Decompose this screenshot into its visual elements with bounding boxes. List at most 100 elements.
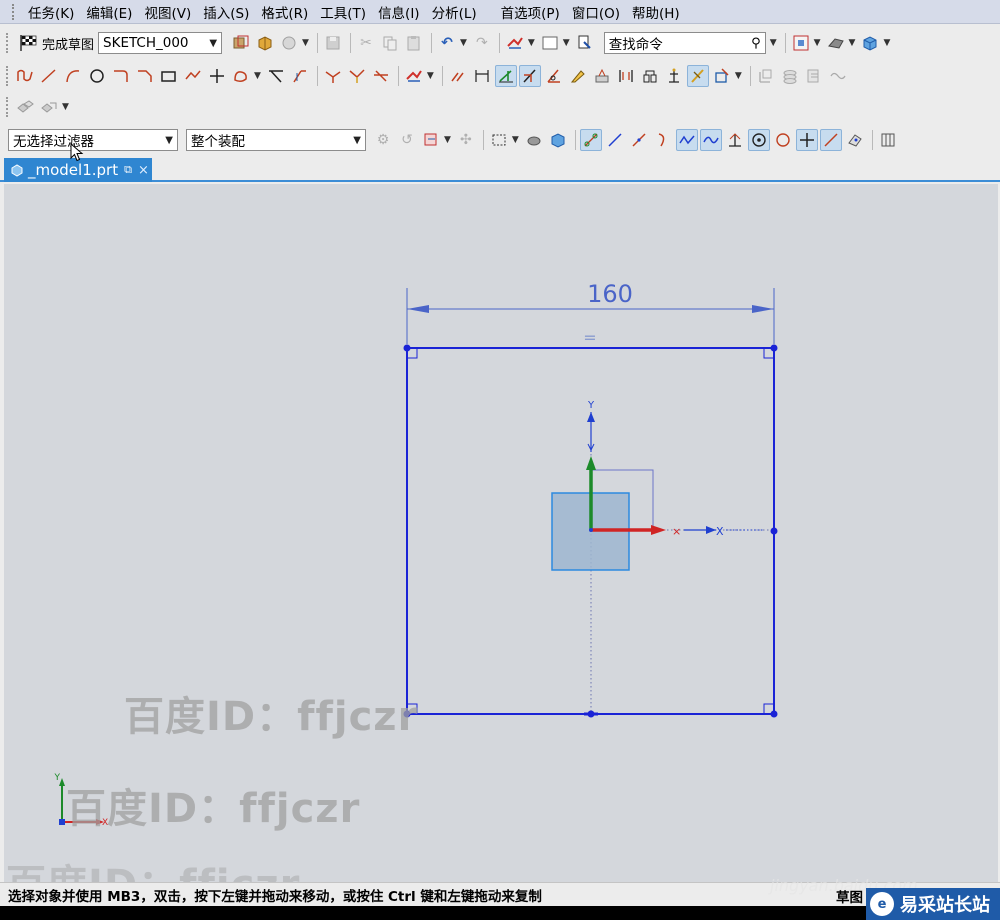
chevron-down-icon[interactable]: ▼ — [735, 71, 742, 81]
chevron-down-icon[interactable]: ▼ — [528, 38, 535, 48]
select-solid-icon[interactable] — [547, 129, 569, 151]
new-component-icon[interactable] — [38, 96, 60, 118]
update-model-icon[interactable] — [278, 32, 300, 54]
menu-help[interactable]: 帮助(H) — [626, 2, 686, 22]
menu-grip[interactable] — [12, 3, 16, 20]
line-icon[interactable] — [38, 65, 60, 87]
sketch-vertex[interactable] — [403, 344, 411, 352]
add-component-icon[interactable] — [14, 96, 36, 118]
studio-spline-icon[interactable] — [230, 65, 252, 87]
snap-point-on-curve-icon[interactable] — [819, 129, 842, 151]
sketch-vertex[interactable] — [770, 710, 778, 718]
fit-view-icon[interactable] — [790, 32, 812, 54]
chevron-down-icon[interactable]: ▼ — [444, 135, 451, 145]
chevron-down-icon[interactable]: ▼ — [814, 38, 821, 48]
snap-intersection-icon[interactable] — [675, 129, 698, 151]
circle-icon[interactable] — [86, 65, 108, 87]
reset-filter-icon[interactable]: ↺ — [396, 129, 418, 151]
rectangle-select-icon[interactable] — [488, 129, 510, 151]
view-orientation-icon[interactable] — [859, 32, 881, 54]
parallel-constraint-icon[interactable] — [447, 65, 469, 87]
chevron-down-icon[interactable]: ▼ — [427, 71, 434, 81]
show-constraints-icon[interactable] — [518, 65, 541, 87]
quick-extend-icon[interactable] — [289, 65, 311, 87]
sketch-name-dropdown[interactable]: SKETCH_000 ▼ — [98, 32, 223, 54]
color-swatch-icon[interactable] — [539, 32, 561, 54]
move-to-layer-icon[interactable] — [803, 65, 825, 87]
chevron-down-icon[interactable]: ▼ — [302, 38, 309, 48]
wave-link-icon[interactable] — [827, 65, 849, 87]
chevron-down-icon[interactable]: ▼ — [460, 38, 467, 48]
offset-curve-icon[interactable] — [346, 65, 368, 87]
cut-icon[interactable]: ✂ — [355, 32, 377, 54]
chevron-down-icon[interactable]: ▼ — [849, 38, 856, 48]
menu-analysis[interactable]: 分析(L) — [426, 2, 483, 22]
layer-settings-icon[interactable] — [779, 65, 801, 87]
repeat-command-icon[interactable] — [504, 32, 526, 54]
chevron-down-icon[interactable]: ▼ — [512, 135, 519, 145]
chevron-down-icon[interactable]: ▼ — [62, 102, 69, 112]
menu-tools[interactable]: 工具(T) — [314, 2, 372, 22]
search-icon[interactable]: ⚲ — [751, 36, 761, 51]
toolbar-grip[interactable] — [6, 97, 10, 117]
snap-mid-point-icon[interactable] — [604, 129, 626, 151]
csys-y-handle-arrow[interactable] — [586, 456, 596, 470]
touch-mode-icon[interactable] — [574, 32, 596, 54]
toolbar-grip[interactable] — [6, 66, 10, 86]
sketch-midpoint[interactable] — [770, 527, 778, 535]
undo-icon[interactable]: ↶ — [436, 32, 458, 54]
make-corner-icon[interactable] — [322, 65, 344, 87]
datum-csys-icon[interactable] — [755, 65, 777, 87]
select-body-icon[interactable] — [523, 129, 545, 151]
redo-icon[interactable]: ↷ — [471, 32, 493, 54]
dimension-value[interactable]: 160 — [587, 280, 633, 308]
save-icon[interactable] — [322, 32, 344, 54]
snap-existing-point-icon[interactable] — [795, 129, 818, 151]
sketch-vertex[interactable] — [770, 344, 778, 352]
relations-browser-icon[interactable] — [639, 65, 661, 87]
snap-point-icon[interactable]: ✣ — [455, 129, 477, 151]
copy-icon[interactable] — [379, 32, 401, 54]
close-icon[interactable]: × — [138, 163, 149, 178]
menu-preferences[interactable]: 首选项(P) — [495, 2, 566, 22]
selection-scope-dropdown[interactable]: 整个装配 ▼ — [186, 129, 366, 151]
chevron-down-icon[interactable]: ▼ — [563, 38, 570, 48]
alternate-solution-icon[interactable] — [591, 65, 613, 87]
equal-length-constraint-symbol[interactable]: = — [583, 328, 596, 347]
repeat-command-icon[interactable] — [403, 65, 425, 87]
filter-settings-icon[interactable]: ⚙ — [372, 129, 394, 151]
rendering-style-icon[interactable] — [825, 32, 847, 54]
create-inferred-constraints-icon[interactable] — [686, 65, 709, 87]
menu-format[interactable]: 格式(R) — [255, 2, 314, 22]
fillet-icon[interactable] — [110, 65, 132, 87]
menu-edit[interactable]: 编辑(E) — [80, 2, 138, 22]
snap-perpendicular-icon[interactable] — [724, 129, 746, 151]
snap-end-point-icon[interactable] — [579, 129, 602, 151]
snap-arc-icon[interactable] — [652, 129, 674, 151]
snap-quadrant-icon[interactable] — [772, 129, 794, 151]
snap-curve-icon[interactable] — [699, 129, 722, 151]
convert-reference-icon[interactable] — [567, 65, 589, 87]
csys-origin-point[interactable] — [589, 528, 593, 532]
finish-sketch-button[interactable]: 完成草图 — [14, 31, 98, 55]
chamfer-icon[interactable] — [134, 65, 156, 87]
type-filter-dropdown[interactable]: 无选择过滤器 ▼ — [8, 129, 178, 151]
select-feature-icon[interactable] — [420, 129, 442, 151]
chevron-down-icon[interactable]: ▼ — [770, 38, 777, 48]
datum-csys[interactable]: Y × X — [551, 400, 764, 571]
graphics-window[interactable]: 160 = Y × X Y X 百度ID：ffjczr 百度ID：ffjczr — [4, 184, 998, 882]
pin-icon[interactable]: ⧉ — [124, 163, 132, 177]
snap-point-on-surface-icon[interactable] — [844, 129, 866, 151]
toolbar-grip[interactable] — [6, 33, 10, 53]
menu-insert[interactable]: 插入(S) — [197, 2, 255, 22]
infer-constraints-icon[interactable] — [663, 65, 685, 87]
menu-task[interactable]: 任务(K) — [22, 2, 80, 22]
intersection-point-icon[interactable] — [370, 65, 392, 87]
rapid-dimension-icon[interactable] — [471, 65, 493, 87]
profile-icon[interactable] — [14, 65, 36, 87]
arc-icon[interactable] — [62, 65, 84, 87]
command-search-input[interactable]: 查找命令 ⚲ — [603, 32, 766, 54]
animate-dimension-icon[interactable] — [615, 65, 637, 87]
polygon-icon[interactable] — [182, 65, 204, 87]
connected-curves-icon[interactable] — [711, 65, 733, 87]
